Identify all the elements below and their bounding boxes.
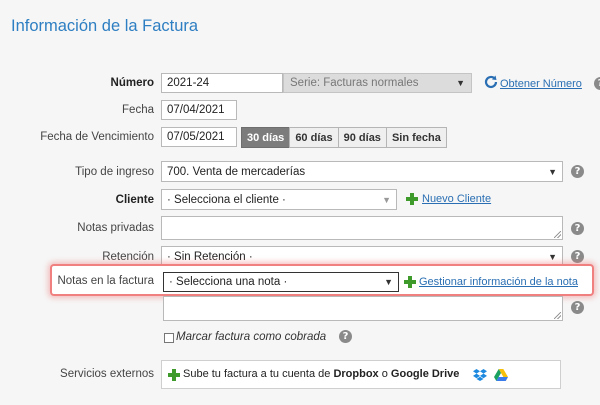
marcar-cobrada-label[interactable]: Marcar factura como cobrada — [176, 331, 326, 343]
google-drive-icon[interactable] — [494, 369, 508, 381]
servicios-connector: o — [378, 368, 391, 380]
fecha-label: Fecha — [122, 104, 154, 116]
retencion-label: Retención — [102, 251, 154, 263]
servicios-label: Servicios externos — [60, 368, 154, 380]
plus-icon[interactable] — [168, 369, 180, 381]
vencimiento-input[interactable]: 07/05/2021 — [161, 127, 237, 147]
help-icon[interactable]: ? — [571, 222, 584, 235]
cliente-placeholder: · Selecciona el cliente · — [167, 193, 286, 206]
servicios-prefix: Sube tu factura a tu cuenta de — [183, 368, 334, 380]
refresh-icon[interactable] — [483, 74, 499, 90]
notas-privadas-label: Notas privadas — [77, 222, 154, 234]
dropbox-icon[interactable] — [473, 369, 487, 381]
tipo-ingreso-label: Tipo de ingreso — [75, 166, 154, 178]
vencimiento-value: 07/05/2021 — [167, 131, 225, 143]
fecha-input[interactable]: 07/04/2021 — [161, 100, 237, 120]
notas-factura-select[interactable]: · Selecciona una nota · ▼ — [163, 272, 399, 292]
resize-grip-icon[interactable] — [554, 312, 561, 319]
help-icon[interactable]: ? — [571, 165, 584, 178]
btn-90-dias[interactable]: 90 días — [337, 127, 387, 148]
help-icon[interactable]: ? — [594, 77, 600, 90]
tipo-ingreso-select[interactable]: 700. Venta de mercaderías ▼ — [161, 161, 563, 182]
notas-factura-label: Notas en la factura — [57, 275, 154, 287]
page-title: Información de la Factura — [11, 17, 199, 35]
nuevo-cliente-link[interactable]: Nuevo Cliente — [422, 193, 491, 205]
tipo-ingreso-value: 700. Venta de mercaderías — [167, 165, 306, 178]
help-icon[interactable]: ? — [571, 301, 584, 314]
fecha-value: 07/04/2021 — [167, 104, 225, 116]
serie-select[interactable]: Serie: Facturas normales ▼ — [283, 73, 472, 93]
vencimiento-buttons: 30 días 60 días 90 días Sin fecha — [241, 127, 447, 148]
plus-icon[interactable] — [404, 276, 416, 288]
notas-factura-value: · Selecciona una nota · — [169, 276, 288, 288]
gdrive-label[interactable]: Google Drive — [391, 368, 459, 380]
vencimiento-label: Fecha de Vencimiento — [40, 131, 154, 143]
btn-30-dias[interactable]: 30 días — [241, 127, 291, 148]
chevron-down-icon: ▼ — [456, 78, 465, 88]
dropbox-label[interactable]: Dropbox — [333, 368, 378, 380]
numero-label: Número — [110, 77, 154, 89]
notas-privadas-textarea[interactable] — [161, 216, 563, 240]
numero-value: 2021-24 — [167, 77, 210, 89]
chevron-down-icon: ▼ — [382, 194, 391, 205]
chevron-down-icon: ▼ — [548, 166, 557, 177]
serie-value: Serie: Facturas normales — [290, 77, 419, 89]
notas-factura-textarea[interactable] — [163, 296, 563, 321]
help-icon[interactable]: ? — [571, 250, 584, 263]
help-icon[interactable]: ? — [339, 330, 352, 343]
resize-grip-icon[interactable] — [554, 231, 561, 238]
cliente-select[interactable]: · Selecciona el cliente · ▼ — [161, 189, 397, 210]
numero-input[interactable]: 2021-24 — [161, 73, 283, 93]
servicios-text: Sube tu factura a tu cuenta de Dropbox o… — [183, 368, 459, 380]
obtener-numero-link[interactable]: Obtener Número — [500, 78, 582, 90]
servicios-box: Sube tu factura a tu cuenta de Dropbox o… — [161, 360, 561, 389]
btn-60-dias[interactable]: 60 días — [289, 127, 339, 148]
cliente-label: Cliente — [115, 194, 154, 206]
plus-icon[interactable] — [406, 193, 418, 205]
chevron-down-icon: ▼ — [384, 277, 393, 287]
chevron-down-icon: ▼ — [548, 251, 557, 262]
gestionar-nota-link[interactable]: Gestionar información de la nota — [419, 276, 578, 288]
marcar-cobrada-checkbox[interactable] — [164, 333, 174, 343]
btn-sin-fecha[interactable]: Sin fecha — [385, 127, 447, 148]
retencion-value: · Sin Retención · — [167, 250, 253, 263]
